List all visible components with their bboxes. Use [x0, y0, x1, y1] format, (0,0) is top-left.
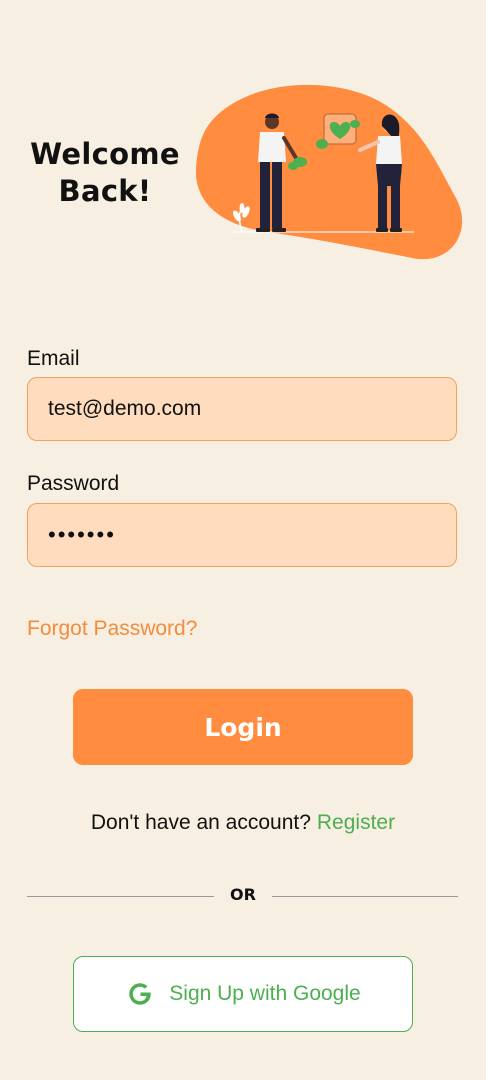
register-link[interactable]: Register [317, 811, 395, 834]
divider-left [27, 896, 214, 897]
google-icon [129, 983, 151, 1005]
forgot-password-link[interactable]: Forgot Password? [27, 617, 197, 641]
google-signup-label: Sign Up with Google [169, 982, 361, 1005]
header: Welcome Back! [0, 0, 486, 300]
password-label: Password [27, 472, 120, 495]
google-signup-button[interactable]: Sign Up with Google [73, 956, 413, 1032]
page-title: Welcome Back! [22, 136, 188, 210]
or-divider-text: OR [230, 885, 256, 904]
register-prompt: Don't have an account? [90, 811, 311, 834]
title-line-2: Back! [58, 174, 152, 208]
email-field[interactable] [27, 377, 457, 441]
title-line-1: Welcome [30, 137, 180, 171]
welcome-illustration-icon [195, 84, 463, 260]
email-label: Email [27, 347, 80, 370]
login-button[interactable]: Login [73, 689, 413, 765]
illustration-blob [195, 84, 463, 260]
register-row: Don't have an account? Register [0, 811, 486, 835]
password-field[interactable] [27, 503, 457, 567]
divider-right [272, 896, 458, 897]
